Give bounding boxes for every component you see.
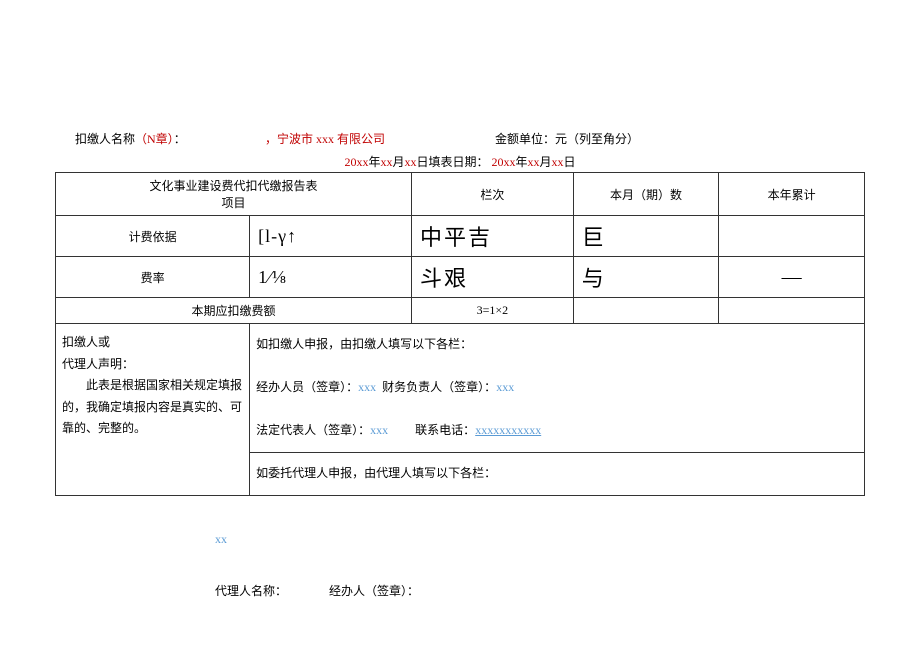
col-year: 本年累计 bbox=[719, 173, 865, 216]
year2: 20xx bbox=[492, 155, 516, 169]
row1-label: 计费依据 bbox=[56, 216, 250, 257]
row-jifeiyiju: 计费依据 [l-γ↑ 中平吉 巨 bbox=[56, 216, 865, 257]
title2: 项目 bbox=[221, 196, 245, 210]
company-name: 宁波市 xxx 有限公司 bbox=[277, 132, 385, 146]
day1: xx bbox=[404, 155, 416, 169]
fading-label: 法定代表人（签章）： bbox=[256, 423, 370, 437]
year2-suffix: 年 bbox=[516, 155, 528, 169]
fill-by-agent-cell: 如委托代理人申报，由代理人填写以下各栏： bbox=[250, 452, 865, 495]
decl-l1: 扣缴人或 bbox=[62, 335, 110, 349]
col-lanci: 栏次 bbox=[411, 173, 573, 216]
amount-unit-segment: 金额单位：元（列至角分） bbox=[495, 130, 639, 147]
row-feilv: 费率 1⁄⅛ 斗艰 与 — bbox=[56, 257, 865, 298]
phone-label: 联系电话： bbox=[415, 423, 475, 437]
amount-unit-label: 金额单位： bbox=[495, 132, 555, 146]
colon: ： bbox=[174, 132, 186, 146]
row2-v4: — bbox=[719, 257, 865, 298]
month1: xx bbox=[380, 155, 392, 169]
fading-value: xxx bbox=[370, 423, 388, 437]
header-row: 文化事业建设费代扣代缴报告表 项目 栏次 本月（期）数 本年累计 bbox=[56, 173, 865, 216]
row1-v3: 巨 bbox=[573, 216, 719, 257]
decl-l2: 代理人声明： bbox=[62, 357, 134, 371]
row3-v4 bbox=[719, 298, 865, 324]
payer-fill-line3: 法定代表人（签章）：xxx 联系电话：xxxxxxxxxxx bbox=[256, 420, 858, 442]
row3-label: 本期应扣缴费额 bbox=[56, 298, 412, 324]
row1-v1: [l-γ↑ bbox=[250, 216, 412, 257]
company-prefix: ， bbox=[265, 132, 277, 146]
year1: 20xx bbox=[344, 155, 368, 169]
declaration-row: 扣缴人或 代理人声明： 此表是根据国家相关规定填报的，我确定填报内容是真实的、可… bbox=[56, 324, 865, 453]
row2-v1: 1⁄⅛ bbox=[250, 257, 412, 298]
month2-suffix: 月 bbox=[540, 155, 552, 169]
day2: xx bbox=[552, 155, 564, 169]
row2-label: 费率 bbox=[56, 257, 250, 298]
amount-unit-value: 元（列至角分） bbox=[555, 132, 639, 146]
company-segment: ，宁波市 xxx 有限公司 bbox=[265, 130, 495, 147]
row3-formula: 3=1×2 bbox=[411, 298, 573, 324]
handler-label: 经办人（签章）： bbox=[329, 584, 419, 598]
month2: xx bbox=[528, 155, 540, 169]
row1-v4 bbox=[719, 216, 865, 257]
report-table: 文化事业建设费代扣代缴报告表 项目 栏次 本月（期）数 本年累计 计费依据 [l… bbox=[55, 172, 865, 496]
title-cell: 文化事业建设费代扣代缴报告表 项目 bbox=[56, 173, 412, 216]
declaration-cell: 扣缴人或 代理人声明： 此表是根据国家相关规定填报的，我确定填报内容是真实的、可… bbox=[56, 324, 250, 496]
col-month: 本月（期）数 bbox=[573, 173, 719, 216]
day1-suffix: 日填表日期： bbox=[416, 155, 488, 169]
day2-suffix: 日 bbox=[564, 155, 576, 169]
payer-name-label: 扣缴人名称（N章）： bbox=[75, 130, 265, 147]
row2-v3: 与 bbox=[573, 257, 719, 298]
footer-block: xx 代理人名称： 经办人（签章）： bbox=[55, 526, 865, 605]
jingban-label: 经办人员（签章）： bbox=[256, 380, 358, 394]
payer-note: （N章） bbox=[135, 132, 174, 146]
payer-fill-line2: 经办人员（签章）：xxx 财务负责人（签章）：xxx bbox=[256, 377, 858, 399]
jingban-value: xxx bbox=[358, 380, 376, 394]
caiwu-label: 财务负责人（签章）： bbox=[382, 380, 496, 394]
agent-fill-title: 如委托代理人申报，由代理人填写以下各栏： bbox=[256, 466, 496, 480]
month1-suffix: 月 bbox=[392, 155, 404, 169]
row2-v2: 斗艰 bbox=[411, 257, 573, 298]
row-benqi: 本期应扣缴费额 3=1×2 bbox=[56, 298, 865, 324]
row3-v3 bbox=[573, 298, 719, 324]
caiwu-value: xxx bbox=[496, 380, 514, 394]
footer-xx: xx bbox=[215, 526, 865, 552]
agent-name-label: 代理人名称： bbox=[215, 584, 287, 598]
row1-v2: 中平吉 bbox=[411, 216, 573, 257]
payer-fill-title: 如扣缴人申报，由扣缴人填写以下各栏： bbox=[256, 334, 858, 356]
year1-suffix: 年 bbox=[368, 155, 380, 169]
phone-value: xxxxxxxxxxx bbox=[475, 423, 541, 437]
title1: 文化事业建设费代扣代缴报告表 bbox=[149, 179, 317, 193]
fill-by-payer-cell: 如扣缴人申报，由扣缴人填写以下各栏： 经办人员（签章）：xxx 财务负责人（签章… bbox=[250, 324, 865, 453]
date-line: 20xx年xx月xx日填表日期： 20xx年xx月xx日 bbox=[0, 147, 920, 172]
header-line: 扣缴人名称（N章）： ，宁波市 xxx 有限公司 金额单位：元（列至角分） bbox=[0, 130, 920, 147]
payer-label-text: 扣缴人名称 bbox=[75, 132, 135, 146]
footer-line2: 代理人名称： 经办人（签章）： bbox=[215, 578, 865, 604]
decl-l3: 此表是根据国家相关规定填报的，我确定填报内容是真实的、可靠的、完整的。 bbox=[62, 378, 242, 435]
